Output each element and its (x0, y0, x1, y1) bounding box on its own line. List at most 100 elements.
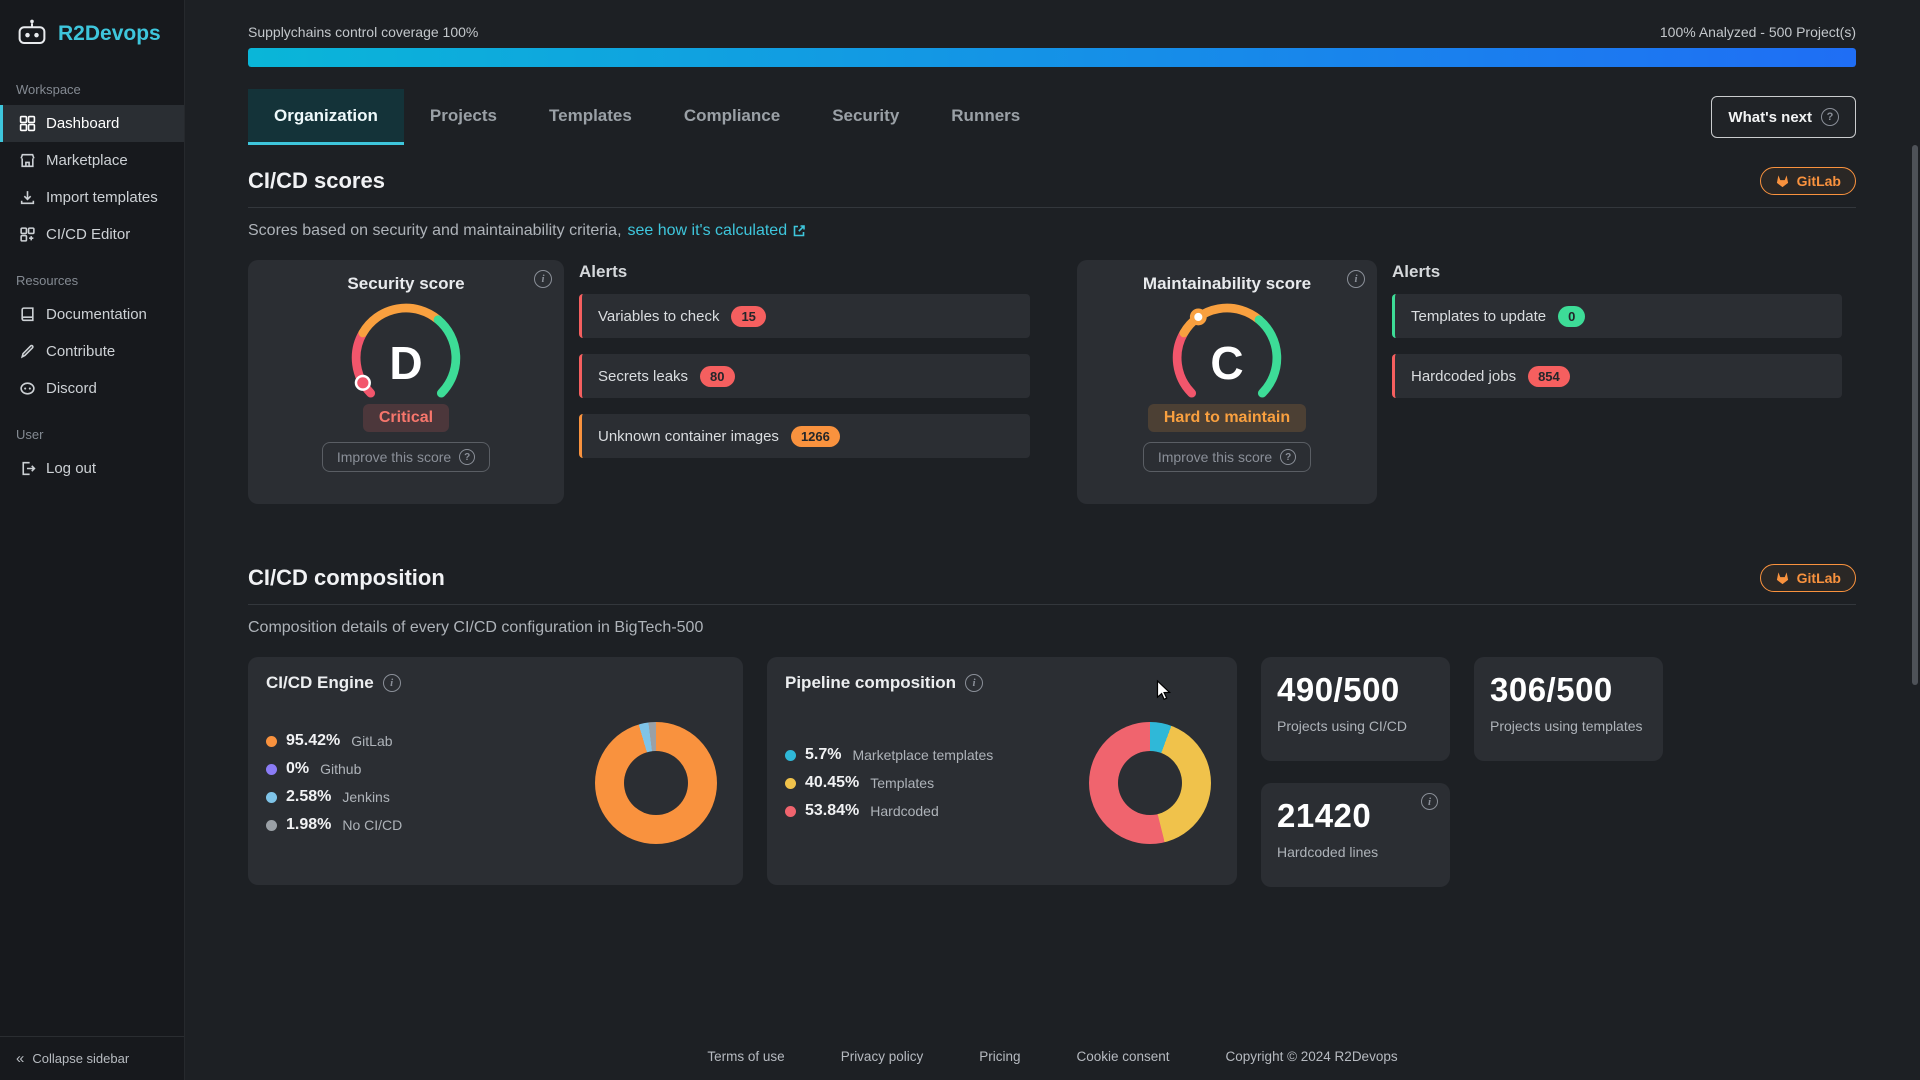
sidebar-item-dashboard[interactable]: Dashboard (0, 105, 184, 142)
sidebar-item-logout[interactable]: Log out (0, 450, 184, 487)
sidebar-item-label: Discord (46, 380, 97, 397)
stat-label: Projects using templates (1490, 718, 1647, 734)
alert-count-badge: 1266 (791, 426, 840, 447)
sidebar-item-discord[interactable]: Discord (0, 370, 184, 407)
collapse-sidebar-button[interactable]: Collapse sidebar (0, 1036, 184, 1080)
maintainability-alerts-heading: Alerts (1392, 262, 1842, 282)
footer-link-pricing[interactable]: Pricing (979, 1049, 1020, 1064)
tab-runners[interactable]: Runners (925, 89, 1046, 145)
tab-templates[interactable]: Templates (523, 89, 658, 145)
sidebar-item-marketplace[interactable]: Marketplace (0, 142, 184, 179)
whats-next-label: What's next (1728, 109, 1812, 126)
alert-secrets-leaks[interactable]: Secrets leaks 80 (579, 354, 1030, 398)
info-icon[interactable] (1347, 270, 1365, 288)
stat-label: Projects using CI/CD (1277, 718, 1434, 734)
alert-count-badge: 854 (1528, 366, 1570, 387)
maintainability-score-gauge: C (1152, 298, 1302, 404)
question-icon (459, 449, 475, 465)
cicd-engine-donut-chart (595, 722, 717, 844)
composition-section-header: CI/CD composition GitLab (248, 564, 1856, 605)
documentation-icon (19, 306, 36, 323)
legend-item: 40.45% Templates (785, 774, 993, 792)
tab-organization[interactable]: Organization (248, 89, 404, 145)
legend-label: Hardcoded (870, 803, 939, 819)
stats-grid: 490/500 Projects using CI/CD 306/500 Pro… (1261, 657, 1663, 887)
gitlab-badge-scores[interactable]: GitLab (1760, 167, 1856, 195)
legend-dot (266, 764, 277, 775)
gitlab-badge-label: GitLab (1797, 570, 1841, 586)
maintainability-alerts: Alerts Templates to update 0 Hardcoded j… (1392, 260, 1842, 414)
sidebar-item-label: Import templates (46, 189, 158, 206)
scores-cards-row: Security score D Critical Improve this s… (248, 260, 1856, 504)
info-icon[interactable] (1421, 793, 1438, 810)
sidebar-item-contribute[interactable]: Contribute (0, 333, 184, 370)
alert-templates-to-update[interactable]: Templates to update 0 (1392, 294, 1842, 338)
sidebar: R2Devops Workspace Dashboard Marketplace… (0, 0, 185, 1080)
alert-unknown-container-images[interactable]: Unknown container images 1266 (579, 414, 1030, 458)
legend-label: Jenkins (342, 789, 389, 805)
contribute-icon (19, 343, 36, 360)
question-icon (1280, 449, 1296, 465)
alert-label: Hardcoded jobs (1411, 368, 1516, 385)
info-icon[interactable] (965, 674, 983, 692)
legend-label: Templates (870, 775, 934, 791)
stat-value: 306/500 (1490, 671, 1647, 709)
security-status-badge: Critical (363, 404, 449, 432)
improve-label: Improve this score (337, 449, 451, 465)
legend-item: 0% Github (266, 760, 402, 778)
cicd-engine-title-row: CI/CD Engine (266, 673, 725, 693)
improve-maintainability-score-button[interactable]: Improve this score (1143, 442, 1311, 472)
sidebar-item-documentation[interactable]: Documentation (0, 296, 184, 333)
dashboard-icon (19, 115, 36, 132)
legend-item: 53.84% Hardcoded (785, 802, 993, 820)
gitlab-tanuki-icon (1775, 174, 1790, 188)
composition-cards-row: CI/CD Engine 95.42% GitLab 0% Github (248, 657, 1856, 887)
pipeline-title-row: Pipeline composition (785, 673, 1219, 693)
security-score-card: Security score D Critical Improve this s… (248, 260, 564, 504)
tab-bar: Organization Projects Templates Complian… (248, 89, 1046, 145)
composition-subtitle-text: Composition details of every CI/CD confi… (248, 619, 703, 637)
footer-link-cookie[interactable]: Cookie consent (1076, 1049, 1169, 1064)
sidebar-item-import-templates[interactable]: Import templates (0, 179, 184, 216)
gitlab-tanuki-icon (1775, 571, 1790, 585)
footer-link-privacy[interactable]: Privacy policy (841, 1049, 924, 1064)
collapse-label: Collapse sidebar (32, 1051, 129, 1066)
footer-link-terms[interactable]: Terms of use (707, 1049, 784, 1064)
stat-projects-using-templates: 306/500 Projects using templates (1474, 657, 1663, 761)
maintainability-grade-letter: C (1152, 336, 1302, 390)
discord-icon (19, 380, 36, 397)
cicd-editor-icon (19, 226, 36, 243)
coverage-progress-bar (248, 48, 1856, 67)
alert-label: Variables to check (598, 308, 719, 325)
legend-dot (785, 778, 796, 789)
sidebar-section-user: User (16, 427, 168, 442)
tab-compliance[interactable]: Compliance (658, 89, 806, 145)
gitlab-badge-composition[interactable]: GitLab (1760, 564, 1856, 592)
sidebar-item-cicd-editor[interactable]: CI/CD Editor (0, 216, 184, 253)
alert-variables-to-check[interactable]: Variables to check 15 (579, 294, 1030, 338)
legend-pct: 5.7% (805, 746, 841, 764)
whats-next-button[interactable]: What's next (1711, 96, 1856, 138)
tabs-row: Organization Projects Templates Complian… (248, 89, 1856, 145)
info-icon[interactable] (534, 270, 552, 288)
sidebar-item-label: CI/CD Editor (46, 226, 130, 243)
tab-projects[interactable]: Projects (404, 89, 523, 145)
pipeline-body: 5.7% Marketplace templates 40.45% Templa… (785, 703, 1219, 863)
info-icon[interactable] (383, 674, 401, 692)
scores-section-header: CI/CD scores GitLab (248, 167, 1856, 208)
improve-security-score-button[interactable]: Improve this score (322, 442, 490, 472)
see-how-calculated-label: see how it's calculated (628, 222, 788, 240)
sidebar-item-label: Marketplace (46, 152, 128, 169)
cicd-engine-card: CI/CD Engine 95.42% GitLab 0% Github (248, 657, 743, 885)
legend-dot (785, 806, 796, 817)
alert-label: Unknown container images (598, 428, 779, 445)
alert-hardcoded-jobs[interactable]: Hardcoded jobs 854 (1392, 354, 1842, 398)
scrollbar[interactable] (1912, 145, 1918, 685)
question-icon (1821, 108, 1839, 126)
tab-security[interactable]: Security (806, 89, 925, 145)
see-how-calculated-link[interactable]: see how it's calculated (628, 222, 807, 240)
footer: Terms of use Privacy policy Pricing Cook… (185, 1049, 1920, 1064)
security-score-gauge: D (331, 298, 481, 404)
brand: R2Devops (0, 0, 184, 62)
legend-item: 1.98% No CI/CD (266, 816, 402, 834)
